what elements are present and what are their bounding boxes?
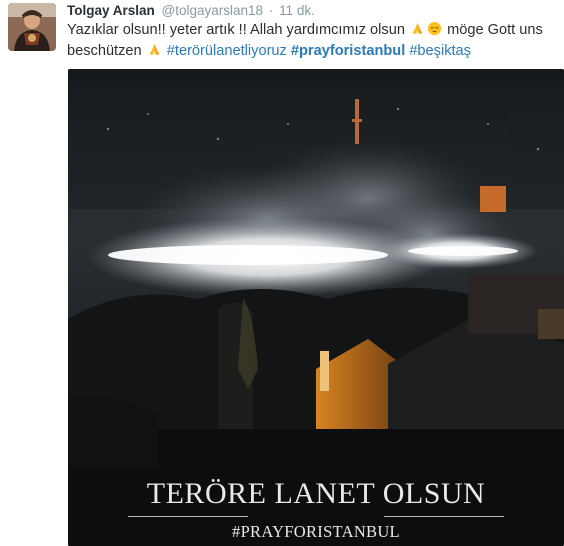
hashtag-link[interactable]: #terörülanetliyoruz: [167, 43, 287, 59]
praying-hands-icon: [412, 22, 423, 35]
hashtag-link[interactable]: #prayforistanbul: [291, 43, 405, 59]
tweet-text-line2: beschützen: [67, 43, 142, 59]
header-separator: ·: [268, 3, 274, 18]
caption-divider-right: [384, 516, 504, 517]
hashtag-link[interactable]: #beşiktaş: [409, 43, 471, 59]
author-handle[interactable]: @tolgayarslan18: [162, 3, 264, 18]
pensive-face-icon: [427, 21, 442, 36]
avatar-image: [8, 3, 56, 51]
tweet-timestamp[interactable]: 11 dk.: [279, 3, 315, 18]
caption-divider-left: [128, 516, 248, 517]
tweet-header: Tolgay Arslan @tolgayarslan18 · 11 dk.: [67, 2, 315, 20]
tweet-text-line1-after: möge Gott uns: [447, 22, 543, 38]
image-caption-sub: #PRAYFORISTANBUL: [232, 522, 400, 541]
tweet-media-image[interactable]: TERÖRE LANET OLSUN #PRAYFORISTANBUL: [68, 69, 564, 546]
praying-hands-icon: [149, 43, 159, 56]
tweet-text: Yazıklar olsun!! yeter artık !! Allah ya…: [67, 20, 552, 62]
stadium-night-photo: [68, 69, 564, 546]
tweet-text-line1: Yazıklar olsun!! yeter artık !! Allah ya…: [67, 22, 405, 38]
image-caption-main: TERÖRE LANET OLSUN: [146, 477, 486, 510]
avatar[interactable]: [8, 3, 56, 51]
tweet[interactable]: Tolgay Arslan @tolgayarslan18 · 11 dk. Y…: [0, 0, 564, 546]
author-fullname[interactable]: Tolgay Arslan: [67, 3, 155, 18]
